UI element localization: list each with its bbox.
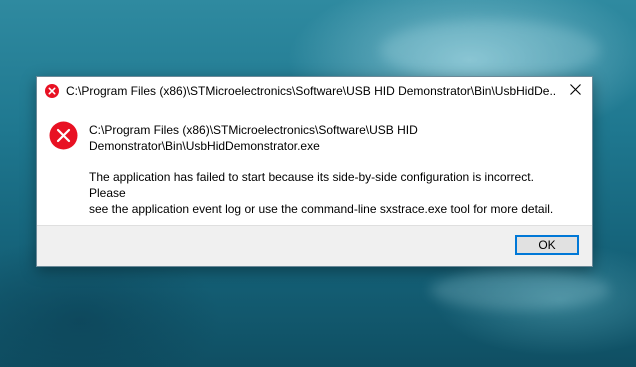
dialog-title: C:\Program Files (x86)\STMicroelectronic… xyxy=(66,84,556,98)
error-icon xyxy=(49,121,78,150)
error-message: The application has failed to start beca… xyxy=(89,169,569,217)
dialog-content: C:\Program Files (x86)\STMicroelectronic… xyxy=(37,105,592,227)
executable-path-line: C:\Program Files (x86)\STMicroelectronic… xyxy=(89,123,418,137)
ok-button[interactable]: OK xyxy=(515,235,579,255)
executable-path-line: Demonstrator\Bin\UsbHidDemonstrator.exe xyxy=(89,139,320,153)
error-message-line: see the application event log or use the… xyxy=(89,202,554,216)
close-icon xyxy=(569,82,581,100)
background-light-ripple xyxy=(430,270,610,310)
error-dialog: C:\Program Files (x86)\STMicroelectronic… xyxy=(36,76,593,267)
executable-path: C:\Program Files (x86)\STMicroelectronic… xyxy=(89,122,559,154)
error-message-line: The application has failed to start beca… xyxy=(89,170,534,200)
close-button[interactable] xyxy=(558,77,592,105)
error-icon xyxy=(45,84,59,98)
background-light-ripple xyxy=(380,20,600,80)
dialog-titlebar: C:\Program Files (x86)\STMicroelectronic… xyxy=(37,77,592,105)
dialog-footer: OK xyxy=(37,225,592,266)
